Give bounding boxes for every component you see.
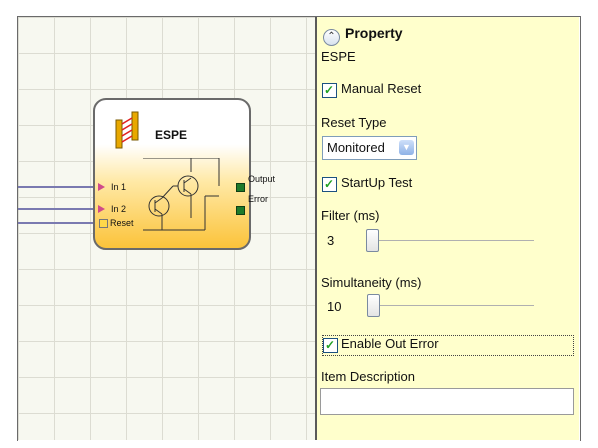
filter-slider-track[interactable] — [368, 240, 534, 241]
item-description-input[interactable] — [320, 388, 574, 415]
enable-out-error-checkbox[interactable]: ✓ — [323, 338, 338, 353]
checkmark-icon: ✓ — [325, 338, 336, 352]
pin-label-in2: In 2 — [111, 204, 127, 214]
chevron-up-icon[interactable]: ⌃ — [323, 29, 340, 46]
pin-label-output: Output — [248, 174, 276, 184]
filter-label: Filter (ms) — [321, 208, 380, 223]
transistor-circuit-icon — [143, 158, 220, 231]
filter-value: 3 — [327, 233, 335, 248]
manual-reset-label[interactable]: Manual Reset — [341, 81, 421, 96]
reset-type-select[interactable]: Monitored ▼ — [322, 136, 417, 160]
simultaneity-slider-thumb[interactable] — [367, 294, 380, 317]
reset-type-label: Reset Type — [321, 115, 387, 130]
wire-reset[interactable] — [18, 222, 98, 224]
wire-in2[interactable] — [18, 208, 98, 210]
item-description-label: Item Description — [321, 369, 415, 384]
light-curtain-icon — [115, 111, 139, 149]
port-output[interactable] — [236, 183, 245, 192]
port-in2[interactable] — [98, 205, 105, 213]
simultaneity-label: Simultaneity (ms) — [321, 275, 422, 290]
manual-reset-checkbox[interactable]: ✓ — [322, 83, 337, 98]
port-reset[interactable] — [99, 219, 108, 228]
pin-label-in1: In 1 — [111, 182, 127, 192]
port-in1[interactable] — [98, 183, 105, 191]
component-name: ESPE — [321, 49, 356, 64]
checkmark-icon: ✓ — [324, 83, 335, 97]
pin-label-reset: Reset — [110, 218, 134, 228]
simultaneity-value: 10 — [327, 299, 342, 314]
port-error[interactable] — [236, 206, 245, 215]
checkmark-icon: ✓ — [324, 177, 335, 191]
block-title: ESPE — [155, 128, 188, 142]
startup-test-label[interactable]: StartUp Test — [341, 175, 412, 190]
pin-label-error: Error — [248, 194, 268, 204]
chevron-down-icon[interactable]: ▼ — [399, 140, 414, 155]
simultaneity-slider-track[interactable] — [368, 305, 534, 306]
wire-in1[interactable] — [18, 186, 98, 188]
panel-title: Property — [345, 25, 403, 41]
filter-slider-thumb[interactable] — [366, 229, 379, 252]
reset-type-value: Monitored — [327, 140, 385, 155]
enable-out-error-label[interactable]: Enable Out Error — [341, 336, 439, 351]
startup-test-checkbox[interactable]: ✓ — [322, 177, 337, 192]
